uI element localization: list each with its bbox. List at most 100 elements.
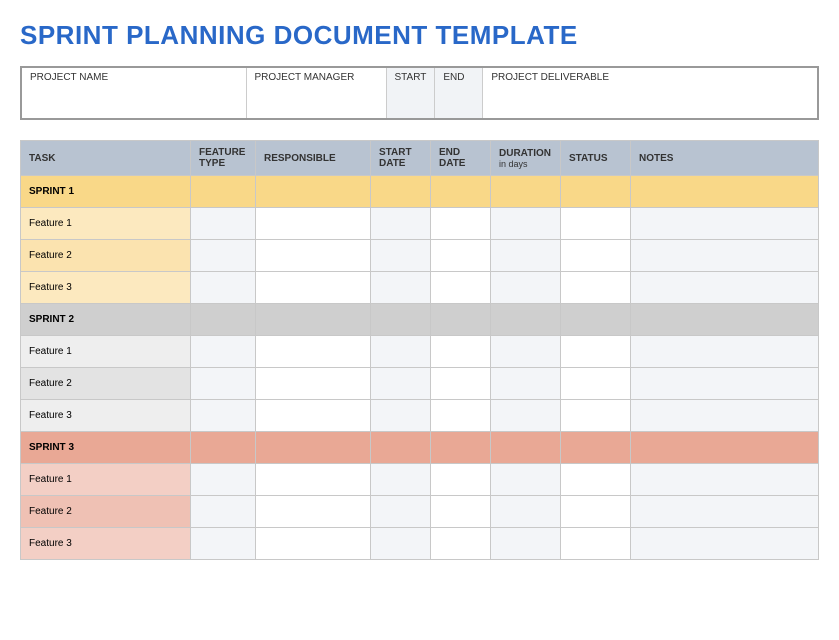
task-cell[interactable] — [431, 272, 491, 304]
task-cell[interactable] — [561, 240, 631, 272]
task-cell[interactable] — [371, 176, 431, 208]
task-cell[interactable] — [631, 400, 819, 432]
task-cell[interactable] — [191, 432, 256, 464]
task-cell[interactable] — [191, 272, 256, 304]
task-cell[interactable] — [561, 304, 631, 336]
task-name-cell[interactable]: Feature 3 — [21, 400, 191, 432]
task-cell[interactable] — [631, 208, 819, 240]
task-cell[interactable] — [631, 528, 819, 560]
task-name-cell[interactable]: Feature 2 — [21, 368, 191, 400]
task-cell[interactable] — [491, 336, 561, 368]
task-name-cell[interactable]: SPRINT 1 — [21, 176, 191, 208]
task-cell[interactable] — [491, 304, 561, 336]
task-cell[interactable] — [371, 400, 431, 432]
task-cell[interactable] — [631, 432, 819, 464]
meta-cell-end[interactable] — [435, 85, 483, 119]
task-cell[interactable] — [491, 176, 561, 208]
task-cell[interactable] — [561, 176, 631, 208]
task-cell[interactable] — [256, 304, 371, 336]
task-cell[interactable] — [191, 208, 256, 240]
task-cell[interactable] — [491, 432, 561, 464]
task-cell[interactable] — [256, 368, 371, 400]
task-cell[interactable] — [256, 336, 371, 368]
task-cell[interactable] — [561, 336, 631, 368]
task-cell[interactable] — [431, 528, 491, 560]
task-cell[interactable] — [491, 240, 561, 272]
task-cell[interactable] — [431, 336, 491, 368]
meta-cell-start[interactable] — [386, 85, 435, 119]
task-cell[interactable] — [256, 176, 371, 208]
task-cell[interactable] — [561, 432, 631, 464]
task-cell[interactable] — [561, 272, 631, 304]
task-cell[interactable] — [191, 240, 256, 272]
task-name-cell[interactable]: Feature 2 — [21, 496, 191, 528]
task-name-cell[interactable]: Feature 1 — [21, 336, 191, 368]
task-cell[interactable] — [191, 496, 256, 528]
task-cell[interactable] — [561, 528, 631, 560]
task-cell[interactable] — [631, 240, 819, 272]
task-cell[interactable] — [256, 528, 371, 560]
task-name-cell[interactable]: SPRINT 3 — [21, 432, 191, 464]
task-cell[interactable] — [491, 496, 561, 528]
task-cell[interactable] — [371, 496, 431, 528]
task-name-cell[interactable]: Feature 2 — [21, 240, 191, 272]
task-cell[interactable] — [256, 272, 371, 304]
task-cell[interactable] — [561, 464, 631, 496]
task-cell[interactable] — [431, 464, 491, 496]
task-cell[interactable] — [371, 336, 431, 368]
task-cell[interactable] — [491, 400, 561, 432]
task-cell[interactable] — [491, 208, 561, 240]
task-cell[interactable] — [491, 368, 561, 400]
task-cell[interactable] — [256, 496, 371, 528]
task-name-cell[interactable]: Feature 3 — [21, 272, 191, 304]
task-name-cell[interactable]: Feature 3 — [21, 528, 191, 560]
task-cell[interactable] — [371, 464, 431, 496]
task-cell[interactable] — [371, 304, 431, 336]
task-cell[interactable] — [256, 240, 371, 272]
task-cell[interactable] — [191, 400, 256, 432]
task-cell[interactable] — [561, 400, 631, 432]
task-cell[interactable] — [631, 304, 819, 336]
task-cell[interactable] — [631, 496, 819, 528]
task-cell[interactable] — [371, 208, 431, 240]
task-cell[interactable] — [631, 176, 819, 208]
task-cell[interactable] — [561, 208, 631, 240]
task-cell[interactable] — [371, 368, 431, 400]
task-cell[interactable] — [191, 336, 256, 368]
task-cell[interactable] — [631, 336, 819, 368]
task-cell[interactable] — [256, 400, 371, 432]
task-name-cell[interactable]: Feature 1 — [21, 208, 191, 240]
task-cell[interactable] — [561, 368, 631, 400]
task-cell[interactable] — [256, 208, 371, 240]
task-cell[interactable] — [371, 240, 431, 272]
task-cell[interactable] — [191, 528, 256, 560]
meta-cell-project-name[interactable] — [21, 85, 246, 119]
task-cell[interactable] — [371, 272, 431, 304]
task-name-cell[interactable]: Feature 1 — [21, 464, 191, 496]
task-cell[interactable] — [431, 176, 491, 208]
task-cell[interactable] — [431, 240, 491, 272]
task-cell[interactable] — [191, 304, 256, 336]
task-cell[interactable] — [491, 464, 561, 496]
meta-cell-project-manager[interactable] — [246, 85, 386, 119]
task-cell[interactable] — [256, 464, 371, 496]
task-name-cell[interactable]: SPRINT 2 — [21, 304, 191, 336]
task-cell[interactable] — [491, 272, 561, 304]
task-cell[interactable] — [431, 208, 491, 240]
task-cell[interactable] — [431, 400, 491, 432]
task-cell[interactable] — [431, 496, 491, 528]
task-cell[interactable] — [191, 176, 256, 208]
task-cell[interactable] — [561, 496, 631, 528]
task-cell[interactable] — [631, 272, 819, 304]
meta-cell-deliverable[interactable] — [483, 85, 818, 119]
task-cell[interactable] — [631, 464, 819, 496]
task-cell[interactable] — [431, 432, 491, 464]
task-cell[interactable] — [431, 304, 491, 336]
task-cell[interactable] — [191, 464, 256, 496]
task-cell[interactable] — [256, 432, 371, 464]
task-cell[interactable] — [371, 528, 431, 560]
task-cell[interactable] — [371, 432, 431, 464]
task-cell[interactable] — [491, 528, 561, 560]
task-cell[interactable] — [631, 368, 819, 400]
task-cell[interactable] — [431, 368, 491, 400]
